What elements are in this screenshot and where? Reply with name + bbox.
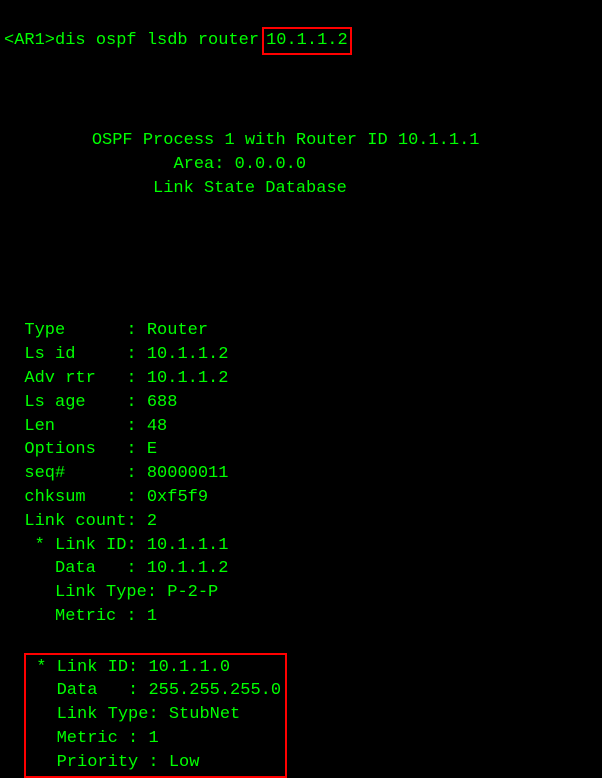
lsa-details: Type : Router Ls id : 10.1.1.2 Adv rtr :… [0, 319, 602, 628]
ospf-header: OSPF Process 1 with Router ID 10.1.1.1 A… [0, 129, 602, 200]
link2-priority-label: Priority [57, 753, 139, 772]
link1-data-value: 10.1.1.2 [147, 559, 229, 578]
field-lsid-value: 10.1.1.2 [147, 345, 229, 364]
link2-priority-value: Low [169, 753, 200, 772]
link1-linktype-value: P-2-P [167, 583, 218, 602]
field-chksum-label: chksum [24, 488, 85, 507]
header-area-line: Area: 0.0.0.0 [173, 155, 306, 174]
field-seq-label: seq# [24, 464, 65, 483]
field-seq-value: 80000011 [147, 464, 229, 483]
command-line: <AR1>dis ospf lsdb router10.1.1.2 [0, 24, 602, 58]
link2-highlighted-block: * Link ID: 10.1.1.0 Data : 255.255.255.0… [24, 653, 287, 778]
terminal-window: <AR1>dis ospf lsdb router10.1.1.2 OSPF P… [0, 0, 602, 778]
link2-metric-value: 1 [148, 729, 158, 748]
link2-data-label: Data [57, 681, 98, 700]
blank-line-3 [0, 272, 602, 296]
field-advrtr-value: 10.1.1.2 [147, 369, 229, 388]
field-linkcount-label: Link count [24, 512, 126, 531]
field-len-value: 48 [147, 417, 167, 436]
field-type-value: Router [147, 321, 208, 340]
link2-linkid-label: * Link ID [36, 658, 128, 677]
header-lsdb-line: Link State Database [153, 179, 347, 198]
link2-linktype-value: StubNet [169, 705, 240, 724]
field-lsid-label: Ls id [24, 345, 75, 364]
command-argument-highlight: 10.1.1.2 [262, 27, 352, 55]
field-lsage-value: 688 [147, 393, 178, 412]
link2-metric-label: Metric [57, 729, 118, 748]
link1-metric-value: 1 [147, 607, 157, 626]
link1-linkid-label: * Link ID [35, 536, 127, 555]
field-lsage-label: Ls age [24, 393, 85, 412]
command-text: dis ospf lsdb router [55, 31, 259, 50]
header-process-line: OSPF Process 1 with Router ID 10.1.1.1 [92, 131, 480, 150]
field-options-label: Options [24, 440, 95, 459]
field-type-label: Type [24, 321, 65, 340]
link2-data-value: 255.255.255.0 [148, 681, 281, 700]
link2-linkid-value: 10.1.1.0 [148, 658, 230, 677]
field-chksum-value: 0xf5f9 [147, 488, 208, 507]
link1-linktype-label: Link Type [55, 583, 147, 602]
link1-linkid-value: 10.1.1.1 [147, 536, 229, 555]
link2-linktype-label: Link Type [57, 705, 149, 724]
link1-metric-label: Metric [55, 607, 116, 626]
field-len-label: Len [24, 417, 55, 436]
field-options-value: E [137, 440, 157, 459]
field-linkcount-value: 2 [147, 512, 157, 531]
blank-line-1 [0, 81, 602, 105]
device-prompt: <AR1> [4, 31, 55, 50]
link1-data-label: Data [55, 559, 96, 578]
blank-line-2 [0, 224, 602, 248]
field-advrtr-label: Adv rtr [24, 369, 95, 388]
